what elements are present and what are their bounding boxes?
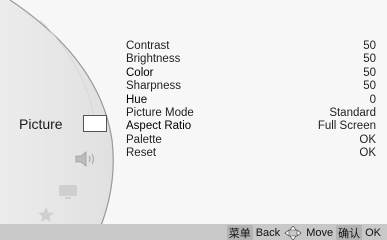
menu-item-label: Palette [126, 133, 162, 146]
picture-settings-menu: Contrast 50 Brightness 50 Color 50 Sharp… [126, 40, 376, 161]
menu-item-sharpness[interactable]: Sharpness 50 [126, 80, 376, 93]
menu-item-color[interactable]: Color 50 [126, 67, 376, 80]
back-hint: Back [255, 227, 281, 239]
ok-key-label: 确认 [336, 225, 363, 240]
tv-menu-screen: Picture Contrast 50 Brightness 50 Color … [0, 0, 387, 240]
menu-item-label: Reset [126, 147, 157, 160]
menu-item-value: 50 [363, 53, 376, 66]
menu-item-label: Brightness [126, 53, 181, 66]
menu-item-label: Color [126, 66, 154, 79]
back-key-label: 菜单 [226, 225, 253, 240]
menu-item-label: Sharpness [126, 80, 181, 93]
menu-item-label: Hue [126, 93, 148, 106]
menu-item-palette[interactable]: Palette OK [126, 134, 376, 147]
picture-icon[interactable] [83, 115, 107, 132]
menu-item-value: 50 [363, 40, 376, 52]
menu-item-value: 0 [369, 93, 376, 106]
sound-icon[interactable] [74, 150, 100, 168]
menu-item-value: Standard [329, 106, 376, 119]
menu-item-aspect-ratio[interactable]: Aspect Ratio Full Screen [126, 120, 376, 133]
footer-hint-bar: 菜单 Back Move 确认 OK [0, 224, 387, 240]
menu-item-picture-mode[interactable]: Picture Mode Standard [126, 107, 376, 120]
menu-item-label: Aspect Ratio [126, 120, 192, 133]
move-hint: Move [306, 227, 334, 239]
menu-item-value: Full Screen [317, 120, 376, 133]
ok-hint: OK [365, 227, 381, 239]
menu-item-hue[interactable]: Hue 0 [126, 94, 376, 107]
menu-item-value: OK [359, 147, 376, 160]
menu-item-value: OK [359, 133, 376, 146]
menu-item-label: Contrast [126, 40, 170, 52]
menu-item-value: 50 [363, 80, 376, 93]
star-icon[interactable] [36, 205, 56, 225]
menu-item-label: Picture Mode [126, 106, 194, 119]
tv-icon[interactable] [56, 183, 80, 201]
category-label[interactable]: Picture [19, 116, 63, 132]
dpad-arrows-icon [284, 226, 302, 240]
menu-item-contrast[interactable]: Contrast 50 [126, 40, 376, 53]
menu-item-reset[interactable]: Reset OK [126, 147, 376, 160]
menu-item-value: 50 [363, 66, 376, 79]
menu-item-brightness[interactable]: Brightness 50 [126, 53, 376, 66]
